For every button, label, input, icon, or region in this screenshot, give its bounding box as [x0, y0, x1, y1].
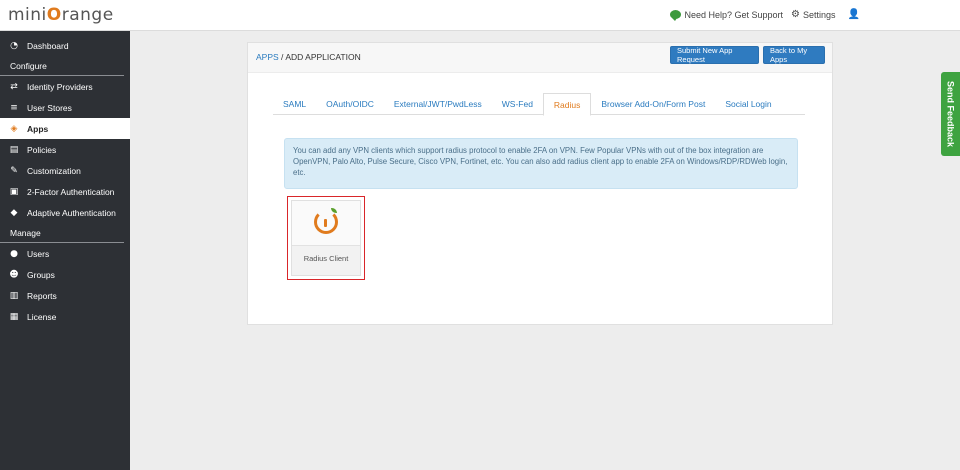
exchange-icon: ⇄ [10, 81, 18, 92]
tab-radius[interactable]: Radius [542, 93, 592, 116]
section-label-configure: Configure [0, 56, 124, 76]
database-icon: ≡ [10, 102, 18, 113]
sidebar-item-label: 2-Factor Authentication [27, 186, 115, 197]
chat-icon [670, 10, 682, 21]
sidebar-item-reports[interactable]: ▥ Reports [0, 285, 130, 306]
submit-new-app-request-button[interactable]: Submit New App Request [670, 46, 759, 64]
dashboard-icon: ◔ [10, 40, 18, 51]
sidebar-item-adaptive-auth[interactable]: ◆ Adaptive Authentication [0, 202, 130, 223]
sidebar-item-label: Identity Providers [27, 81, 93, 92]
miniorange-logo[interactable]: miniOrange [8, 5, 114, 25]
tab-oauth-oidc[interactable]: OAuth/OIDC [316, 93, 384, 115]
wrench-icon: ✎ [10, 165, 18, 176]
sidebar-item-label: Adaptive Authentication [27, 207, 116, 218]
tab-social-login[interactable]: Social Login [715, 93, 781, 115]
sidebar-item-groups[interactable]: ☻ Groups [0, 264, 130, 285]
panel-header: APPS / ADD APPLICATION Submit New App Re… [248, 43, 832, 73]
sidebar-item-label: Customization [27, 165, 81, 176]
gear-icon: ⚙ [791, 9, 801, 20]
top-bar: miniOrange Need Help? Get Support ⚙ Sett… [0, 0, 960, 31]
user-icon: ● [10, 248, 18, 259]
app-card-radius-client[interactable]: Radius Client [291, 200, 361, 276]
logo-text-prefix: mini [8, 5, 47, 25]
sidebar-item-apps[interactable]: ◈ Apps [0, 118, 130, 139]
breadcrumb-apps-link[interactable]: APPS [256, 52, 279, 62]
app-logo-box [292, 201, 360, 246]
help-support-label: Need Help? Get Support [684, 9, 784, 20]
file-icon: ▤ [9, 144, 19, 155]
license-icon: ▦ [9, 311, 19, 322]
breadcrumb: APPS / ADD APPLICATION [256, 52, 361, 62]
back-to-my-apps-button[interactable]: Back to My Apps [763, 46, 825, 64]
section-label-manage: Manage [0, 223, 124, 243]
radius-info-message: You can add any VPN clients which suppor… [284, 138, 798, 189]
tab-browser-addon-form-post[interactable]: Browser Add-On/Form Post [591, 93, 715, 115]
tab-ws-fed[interactable]: WS-Fed [492, 93, 543, 115]
logo-text-o: O [46, 5, 62, 25]
sidebar-item-users[interactable]: ● Users [0, 243, 130, 264]
user-profile-icon[interactable]: 👤 [848, 9, 860, 20]
help-support-link[interactable]: Need Help? Get Support [670, 9, 784, 21]
users-icon: ☻ [9, 269, 19, 280]
sidebar-item-user-stores[interactable]: ≡ User Stores [0, 97, 130, 118]
top-links: Need Help? Get Support ⚙ Settings 👤 [670, 9, 860, 21]
send-feedback-label: Send Feedback [945, 80, 956, 148]
add-application-panel: APPS / ADD APPLICATION Submit New App Re… [247, 42, 833, 325]
settings-label: Settings [803, 9, 836, 20]
sidebar-item-label: Groups [27, 269, 55, 280]
sidebar-item-identity-providers[interactable]: ⇄ Identity Providers [0, 76, 130, 97]
sidebar: ◔ Dashboard Configure ⇄ Identity Provide… [0, 31, 130, 470]
sidebar-item-label: License [27, 311, 57, 322]
sidebar-item-label: Policies [27, 144, 57, 155]
app-type-tabs: SAML OAuth/OIDC External/JWT/PwdLess WS-… [273, 93, 805, 116]
breadcrumb-current: ADD APPLICATION [285, 52, 361, 62]
sidebar-item-dashboard[interactable]: ◔ Dashboard [0, 35, 130, 56]
settings-link[interactable]: ⚙ Settings [791, 9, 836, 20]
chart-icon: ▥ [9, 290, 19, 301]
tab-external-jwt-pwdless[interactable]: External/JWT/PwdLess [384, 93, 492, 115]
sidebar-item-label: Users [27, 248, 50, 259]
lock-icon: ▣ [9, 186, 19, 197]
sidebar-item-label: Reports [27, 290, 57, 301]
app-card-name: Radius Client [303, 254, 349, 263]
sidebar-item-label: Apps [27, 123, 49, 134]
logo-text-suffix: range [61, 5, 114, 25]
sidebar-item-2fa[interactable]: ▣ 2-Factor Authentication [0, 181, 130, 202]
radius-logo-icon [314, 210, 338, 234]
sidebar-item-label: User Stores [27, 102, 72, 113]
sidebar-item-customization[interactable]: ✎ Customization [0, 160, 130, 181]
sidebar-item-license[interactable]: ▦ License [0, 306, 130, 327]
sidebar-item-label: Dashboard [27, 40, 69, 51]
cube-icon: ◈ [10, 123, 18, 134]
send-feedback-button[interactable]: Send Feedback [941, 72, 960, 156]
shield-icon: ◆ [10, 207, 18, 218]
tab-saml[interactable]: SAML [273, 93, 316, 115]
sidebar-item-policies[interactable]: ▤ Policies [0, 139, 130, 160]
